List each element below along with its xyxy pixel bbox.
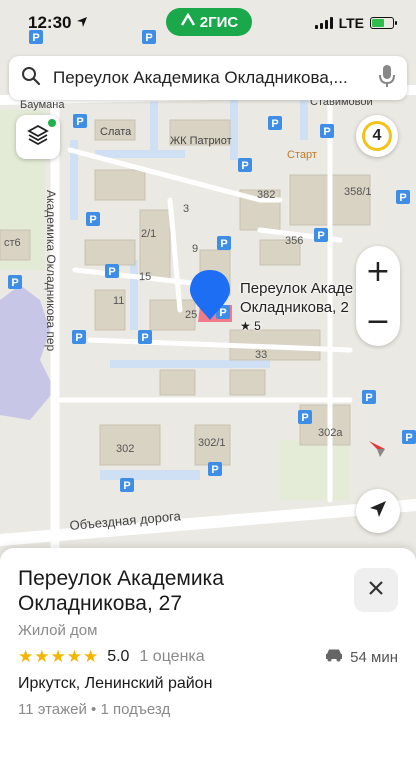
place-title: Переулок Академика Окладникова, 27 [18,567,224,615]
svg-text:Баумана: Баумана [20,99,65,111]
star-rating-icon: ★★★★★ [18,647,100,666]
svg-text:P: P [75,332,82,344]
traffic-level: 4 [362,121,392,151]
layers-indicator [48,119,56,127]
status-time: 12:30 [28,13,88,33]
status-right: LTE [314,15,397,31]
map-building-356: 356 [285,235,303,247]
svg-text:P: P [220,238,227,250]
zoom-in-button[interactable]: + [356,246,400,296]
zoom-control: + − [356,246,400,346]
compass-button[interactable] [356,430,398,472]
svg-text:ЖК Патриот: ЖК Патриот [170,135,232,147]
svg-text:P: P [399,192,406,204]
battery-icon [370,17,397,29]
svg-text:Академика Окладникова пер: Академика Окладникова пер [44,190,58,352]
map-building-302-1: 302/1 [198,437,226,449]
svg-text:P: P [89,214,96,226]
svg-text:Старт: Старт [287,149,317,161]
map-building-st6: ст6 [4,237,21,249]
pin-title-line2: Окладникова, 2 [240,299,349,316]
signal-icon [314,17,333,29]
search-icon [21,66,41,91]
svg-text:P: P [211,464,218,476]
map-building-9: 9 [192,243,198,255]
svg-text:P: P [141,332,148,344]
svg-text:P: P [271,118,278,130]
pin-title-line1: Переулок Акаде [240,280,354,297]
map-building-302a: 302а [318,427,343,439]
map-building-33: 33 [255,349,267,361]
zoom-out-button[interactable]: − [356,296,400,346]
svg-text:P: P [241,160,248,172]
svg-text:P: P [123,480,130,492]
rating-count[interactable]: 1 оценка [139,648,204,666]
location-arrow-icon [76,13,88,33]
pin-rating: ★ 5 [240,319,261,333]
map-building-11: 11 [113,295,124,307]
place-card[interactable]: Переулок Академика Окладникова, 27 Жилой… [0,548,416,767]
rating-score: 5.0 [107,648,130,665]
drive-time-label: 54 мин [350,648,398,666]
place-address: Иркутск, Ленинский район [18,675,213,692]
pin-label[interactable]: Переулок Акаде Окладникова, 2 ★ 5 [240,279,353,336]
svg-text:P: P [317,230,324,242]
rating-row[interactable]: ★★★★★ 5.0 1 оценка 54 мин [18,647,398,667]
svg-text:P: P [219,307,226,319]
map-building-25: 25 [185,309,197,321]
navigation-arrow-icon [368,499,388,524]
map-building-302: 302 [116,443,134,455]
close-button[interactable] [354,568,398,612]
car-icon [324,648,344,666]
svg-text:P: P [323,126,330,138]
svg-text:P: P [365,392,372,404]
close-icon [368,580,384,601]
app-return-pill[interactable]: 2ГИС [166,8,252,36]
drive-time[interactable]: 54 мин [324,648,398,666]
search-bar[interactable]: Переулок Академика Окладникова,... [9,56,407,100]
microphone-icon[interactable] [379,64,395,93]
search-input[interactable]: Переулок Академика Окладникова,... [53,68,379,88]
place-details: 11 этажей • 1 подъезд [18,701,171,718]
svg-text:P: P [108,266,115,278]
layers-icon [27,124,49,151]
compass-icon [366,438,388,465]
place-type: Жилой дом [18,622,98,639]
svg-text:Слата: Слата [100,126,132,138]
app-badge: 2ГИС [199,13,239,31]
layers-button[interactable] [16,115,60,159]
map-building-2-1: 2/1 [141,228,156,240]
svg-text:P: P [301,412,308,424]
map-building-15: 15 [139,271,151,283]
clock: 12:30 [28,13,72,32]
back-arrow-icon [180,12,196,31]
map-building-382: 382 [257,189,275,201]
svg-text:P: P [11,277,18,289]
map-building-358-1: 358/1 [344,186,372,198]
network-label: LTE [338,15,364,31]
svg-text:P: P [76,116,83,128]
traffic-button[interactable]: 4 [356,115,398,157]
my-location-button[interactable] [356,489,400,533]
map-building-3: 3 [183,203,189,215]
svg-text:P: P [405,432,412,444]
